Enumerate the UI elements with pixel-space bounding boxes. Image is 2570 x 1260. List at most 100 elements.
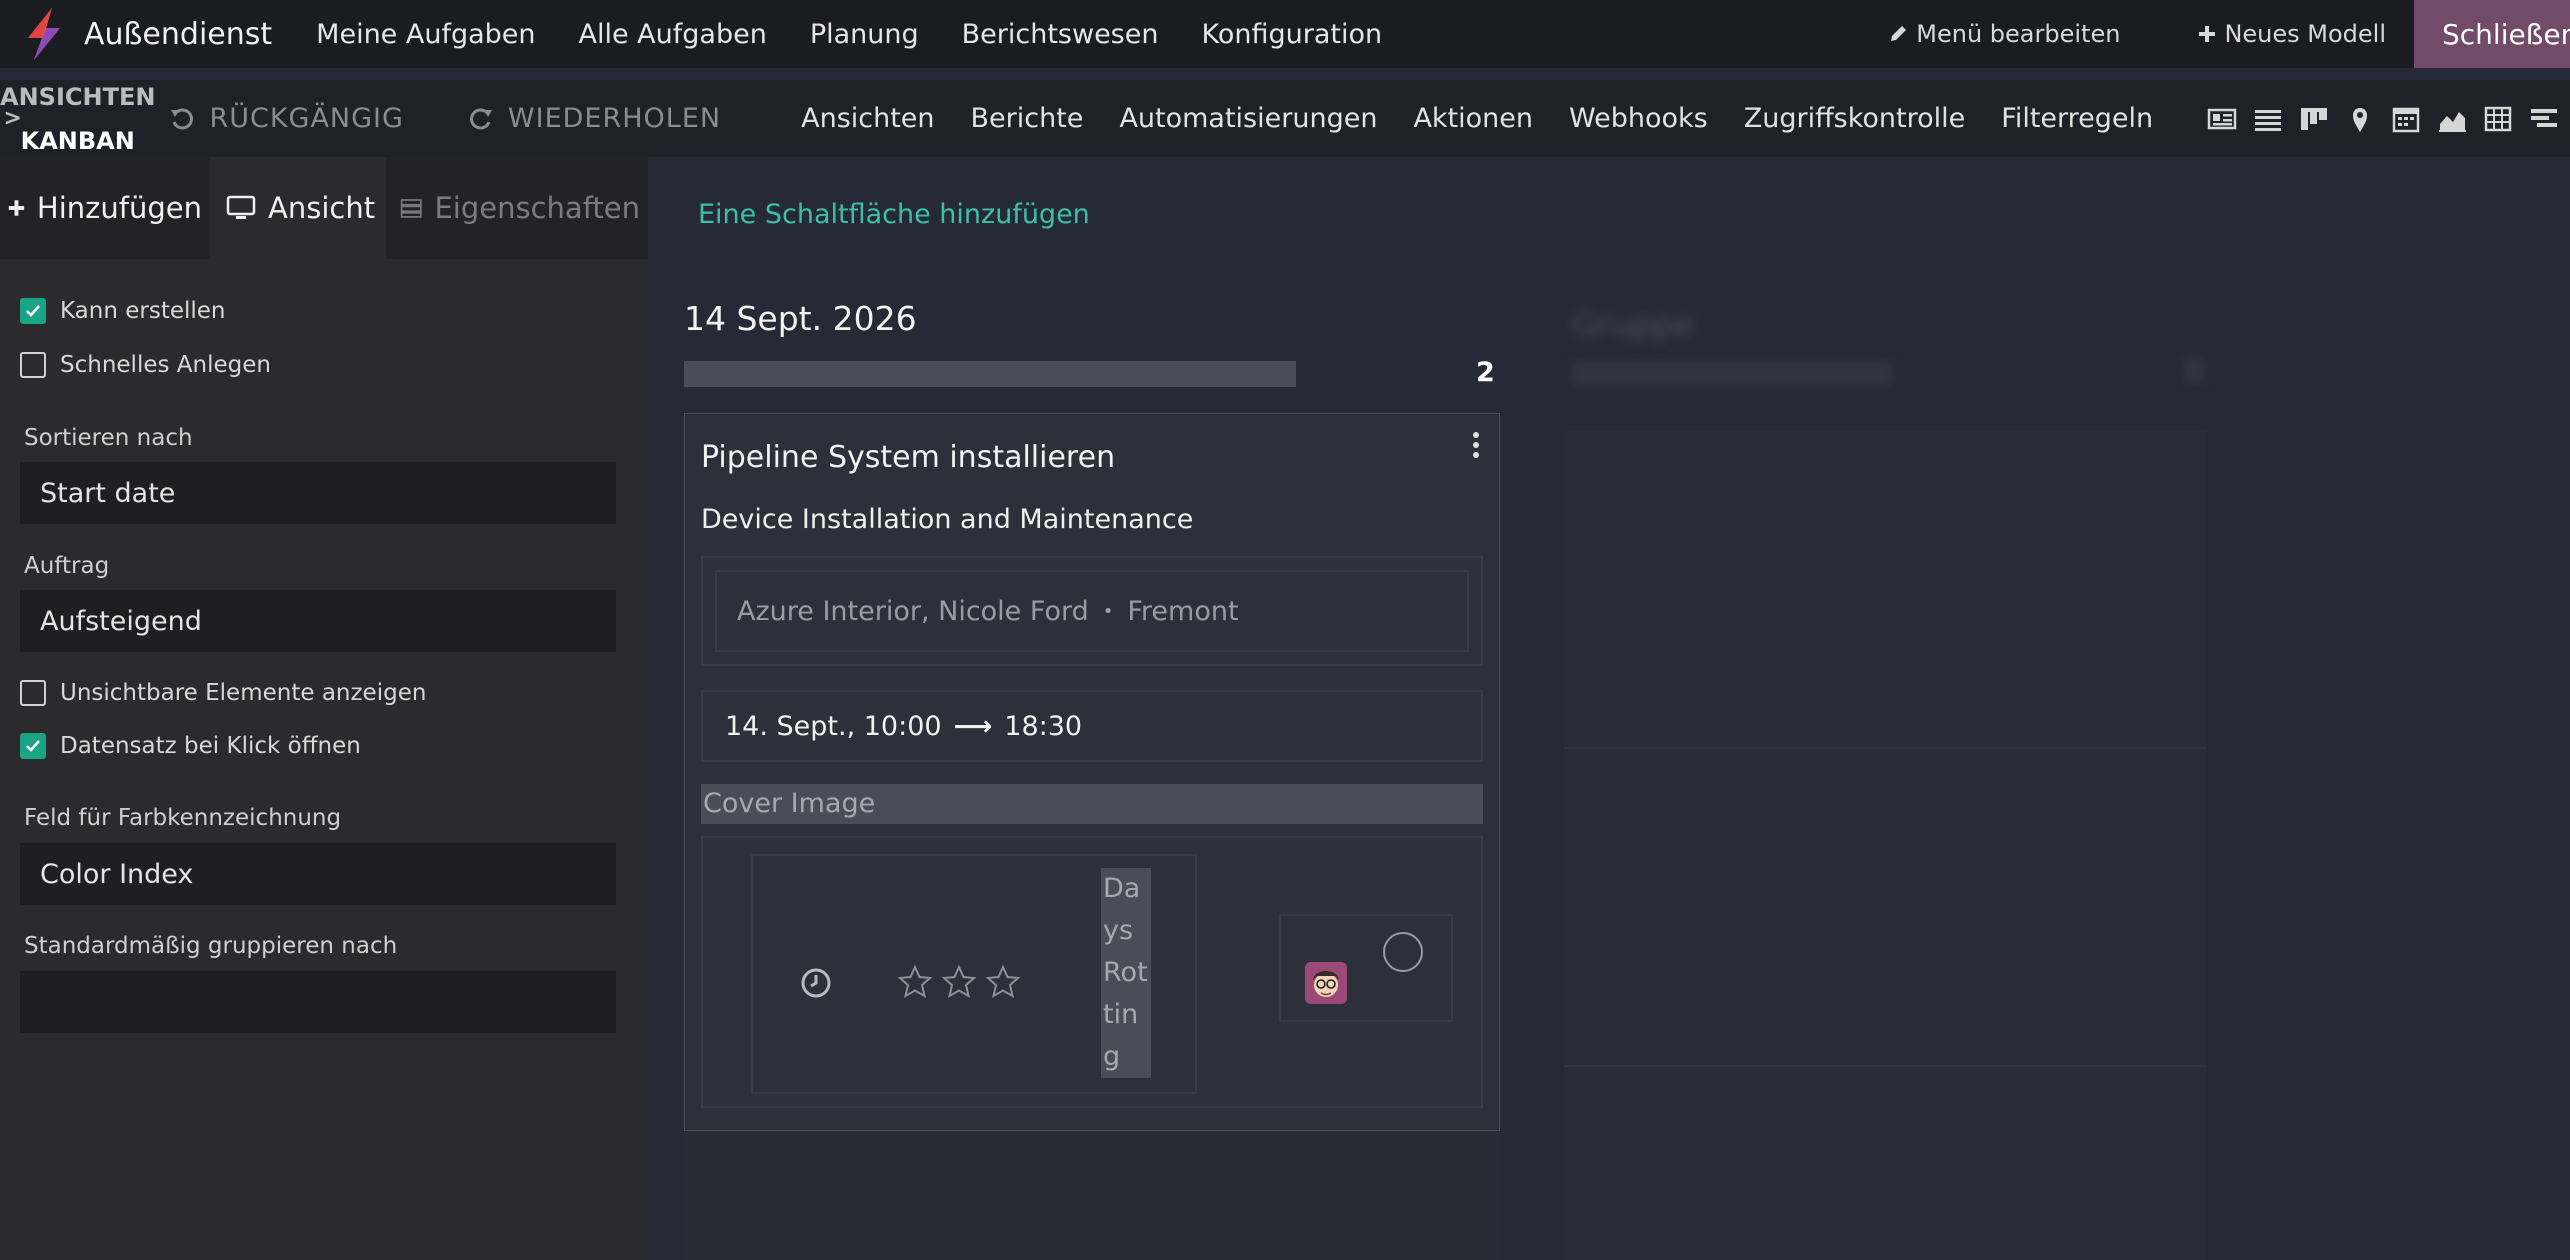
main-menu: Meine Aufgaben Alle Aufgaben Planung Ber… [296, 19, 1405, 50]
menu-item-configuration[interactable]: Konfiguration [1201, 19, 1382, 50]
tab-properties-label: Eigenschaften [434, 191, 640, 225]
studio-nav-access-control[interactable]: Zugriffskontrolle [1744, 103, 1966, 134]
color-field-label: Feld für Farbkennzeichnung [24, 805, 342, 831]
tab-view[interactable]: Ansicht [210, 157, 386, 259]
card-footer: Days Rotting [701, 836, 1483, 1108]
tab-add[interactable]: Hinzufügen [0, 157, 210, 259]
studio-nav-reports[interactable]: Berichte [971, 103, 1084, 134]
column-count: 2 [1476, 357, 1495, 388]
menu-item-my-tasks[interactable]: Meine Aufgaben [316, 19, 535, 50]
tab-view-label: Ansicht [268, 191, 376, 225]
breadcrumb: ANSICHTEN > KANBAN [0, 85, 155, 153]
plus-icon [2199, 26, 2216, 42]
card-footer-left[interactable]: Days Rotting [751, 854, 1197, 1094]
redo-icon [470, 108, 492, 129]
sort-by-label: Sortieren nach [24, 425, 193, 451]
show-invisible-checkbox[interactable] [20, 680, 46, 706]
can-create-checkbox[interactable] [20, 298, 46, 324]
studio-nav-automations[interactable]: Automatisierungen [1119, 103, 1377, 134]
studio-nav: Ansichten Berichte Automatisierungen Akt… [801, 103, 2189, 134]
card-project[interactable]: Device Installation and Maintenance [701, 504, 1193, 535]
quick-create-option[interactable]: Schnelles Anlegen [20, 352, 271, 378]
undo-label: RÜCKGÄNGIG [209, 103, 404, 134]
menu-item-reporting[interactable]: Berichtswesen [962, 19, 1159, 50]
activity-clock-icon[interactable] [799, 966, 833, 1000]
date-range[interactable]: 14. Sept., 10:00 ⟶ 18:30 [701, 690, 1483, 762]
studio-actions: Menü bearbeiten Neues Modell Schließen [1888, 0, 2570, 68]
star-icon[interactable] [941, 964, 977, 1000]
top-navbar: Außendienst Meine Aufgaben Alle Aufgaben… [0, 0, 2570, 68]
new-model-label: Neues Modell [2224, 20, 2386, 48]
kanban-state-icon[interactable] [1383, 932, 1423, 972]
studio-nav-views[interactable]: Ansichten [801, 103, 934, 134]
column-progress-bar [684, 361, 1296, 387]
new-model-button[interactable]: Neues Modell [2198, 20, 2386, 48]
column-title: 14 Sept. 2026 [684, 299, 917, 338]
tab-add-label: Hinzufügen [36, 191, 202, 225]
graph-view-icon[interactable] [2437, 104, 2467, 134]
star-icon[interactable] [985, 964, 1021, 1000]
menu-item-all-tasks[interactable]: Alle Aufgaben [579, 19, 767, 50]
app-title[interactable]: Außendienst [84, 17, 272, 52]
pivot-view-icon[interactable] [2483, 104, 2513, 134]
checkmark-icon [26, 305, 40, 317]
placeholder-card [1564, 1067, 2206, 1260]
open-on-click-option[interactable]: Datensatz bei Klick öffnen [20, 733, 361, 759]
days-rotting-field[interactable]: Days Rotting [1101, 868, 1151, 1078]
add-button-link[interactable]: Eine Schaltfläche hinzufügen [698, 199, 1090, 230]
form-view-icon[interactable] [2207, 104, 2237, 134]
calendar-view-icon[interactable] [2391, 104, 2421, 134]
show-invisible-label: Unsichtbare Elemente anzeigen [60, 680, 427, 706]
edit-menu-button[interactable]: Menü bearbeiten [1888, 20, 2120, 48]
placeholder-card [1564, 749, 2206, 1067]
close-studio-button[interactable]: Schließen [2414, 0, 2570, 68]
order-select[interactable]: Aufsteigend [20, 590, 616, 652]
date-start: 14. Sept., 10:00 [725, 710, 942, 742]
sidebar-tabs: Hinzufügen Ansicht Eigenschaften [0, 157, 648, 259]
card-title[interactable]: Pipeline System installieren [701, 440, 1115, 475]
sort-by-select[interactable]: Start date [20, 462, 616, 524]
placeholder-count [2184, 357, 2204, 383]
placeholder-progress-bar [1572, 361, 1892, 387]
open-on-click-checkbox[interactable] [20, 733, 46, 759]
star-icon[interactable] [897, 964, 933, 1000]
tab-properties[interactable]: Eigenschaften [386, 157, 648, 259]
properties-icon [400, 199, 422, 218]
undo-button[interactable]: RÜCKGÄNGIG [169, 103, 403, 134]
studio-toolbar: ANSICHTEN > KANBAN RÜCKGÄNGIG WIEDERHOLE… [0, 80, 2570, 157]
sidebar: Hinzufügen Ansicht Eigenschaften Kann er… [0, 157, 648, 1260]
default-group-label: Standardmäßig gruppieren nach [24, 933, 398, 959]
redo-label: WIEDERHOLEN [507, 103, 722, 134]
can-create-option[interactable]: Kann erstellen [20, 298, 226, 324]
menu-item-planning[interactable]: Planung [810, 19, 919, 50]
studio-nav-filter-rules[interactable]: Filterregeln [2001, 103, 2153, 134]
open-on-click-label: Datensatz bei Klick öffnen [60, 733, 361, 759]
studio-nav-webhooks[interactable]: Webhooks [1569, 103, 1708, 134]
app-logo-icon[interactable] [22, 8, 66, 60]
studio-nav-actions[interactable]: Aktionen [1413, 103, 1533, 134]
map-view-icon[interactable] [2345, 104, 2375, 134]
cover-image-field[interactable]: Cover Image [701, 784, 1483, 824]
redo-button[interactable]: WIEDERHOLEN [468, 103, 721, 134]
show-invisible-option[interactable]: Unsichtbare Elemente anzeigen [20, 680, 426, 706]
quick-create-label: Schnelles Anlegen [60, 352, 271, 378]
color-field-select[interactable]: Color Index [20, 843, 616, 905]
partner-row: Azure Interior, Nicole Ford • Fremont [715, 570, 1469, 652]
date-end: 18:30 [1004, 710, 1083, 742]
partner-block[interactable]: Azure Interior, Nicole Ford • Fremont [701, 556, 1483, 666]
partner-city: Fremont [1127, 595, 1239, 627]
priority-stars[interactable] [897, 964, 1021, 1000]
list-view-icon[interactable] [2253, 104, 2283, 134]
quick-create-checkbox[interactable] [20, 352, 46, 378]
default-group-select[interactable] [20, 971, 616, 1033]
avatar[interactable] [1305, 962, 1347, 1004]
kanban-view-icon[interactable] [2299, 104, 2329, 134]
kanban-card[interactable]: Pipeline System installieren Device Inst… [684, 413, 1500, 1131]
gantt-view-icon[interactable] [2529, 104, 2559, 134]
order-label: Auftrag [24, 553, 110, 579]
monitor-icon [226, 195, 256, 219]
card-footer-right[interactable] [1279, 914, 1453, 1022]
breadcrumb-parent[interactable]: ANSICHTEN [0, 85, 155, 109]
card-menu-icon[interactable] [1471, 430, 1481, 460]
plus-icon [8, 200, 25, 216]
